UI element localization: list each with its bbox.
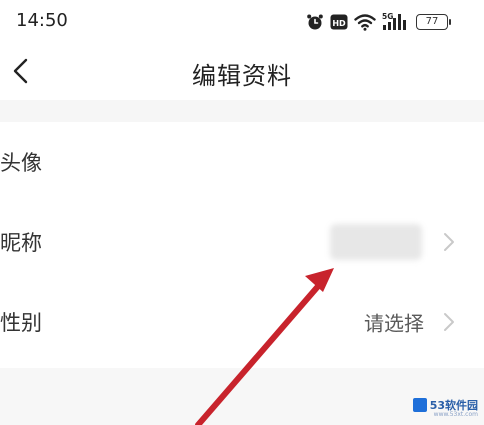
status-bar: 14:50 HD 5G 77	[0, 0, 484, 44]
nickname-value-blurred	[330, 224, 422, 260]
gender-label: 性别	[0, 311, 42, 335]
avatar-label: 头像	[0, 151, 42, 175]
section-divider	[0, 100, 484, 122]
page-title: 编辑资料	[192, 62, 292, 90]
battery-icon: 77	[416, 14, 451, 30]
hd-icon: HD	[330, 13, 348, 31]
chevron-right-icon	[442, 311, 456, 333]
nickname-label: 昵称	[0, 231, 42, 255]
signal-icon: 5G	[382, 12, 410, 32]
alarm-icon	[306, 13, 324, 31]
site-watermark: 53软件园 www.53xt.com	[412, 397, 478, 418]
navigation-bar: 编辑资料	[0, 44, 484, 100]
gender-row[interactable]: 性别 请选择	[0, 282, 484, 362]
watermark-subtext: www.53xt.com	[433, 411, 478, 418]
edit-profile-screen: 14:50 HD 5G 77 编辑资料 头像 昵称 性别 请选择 53软件园 w…	[0, 0, 484, 425]
profile-form: 头像 昵称 性别 请选择	[0, 122, 484, 362]
status-time: 14:50	[16, 10, 68, 31]
gender-value: 请选择	[364, 311, 424, 336]
wifi-icon	[354, 13, 376, 31]
bottom-area	[0, 368, 484, 425]
chevron-right-icon	[442, 231, 456, 253]
nickname-row[interactable]: 昵称	[0, 202, 484, 282]
hd-badge-text: HD	[332, 19, 346, 28]
network-type-text: 5G	[382, 12, 393, 21]
status-icons: HD 5G 77	[306, 11, 451, 33]
avatar-row[interactable]: 头像	[0, 122, 484, 202]
watermark-logo-icon	[412, 398, 427, 412]
